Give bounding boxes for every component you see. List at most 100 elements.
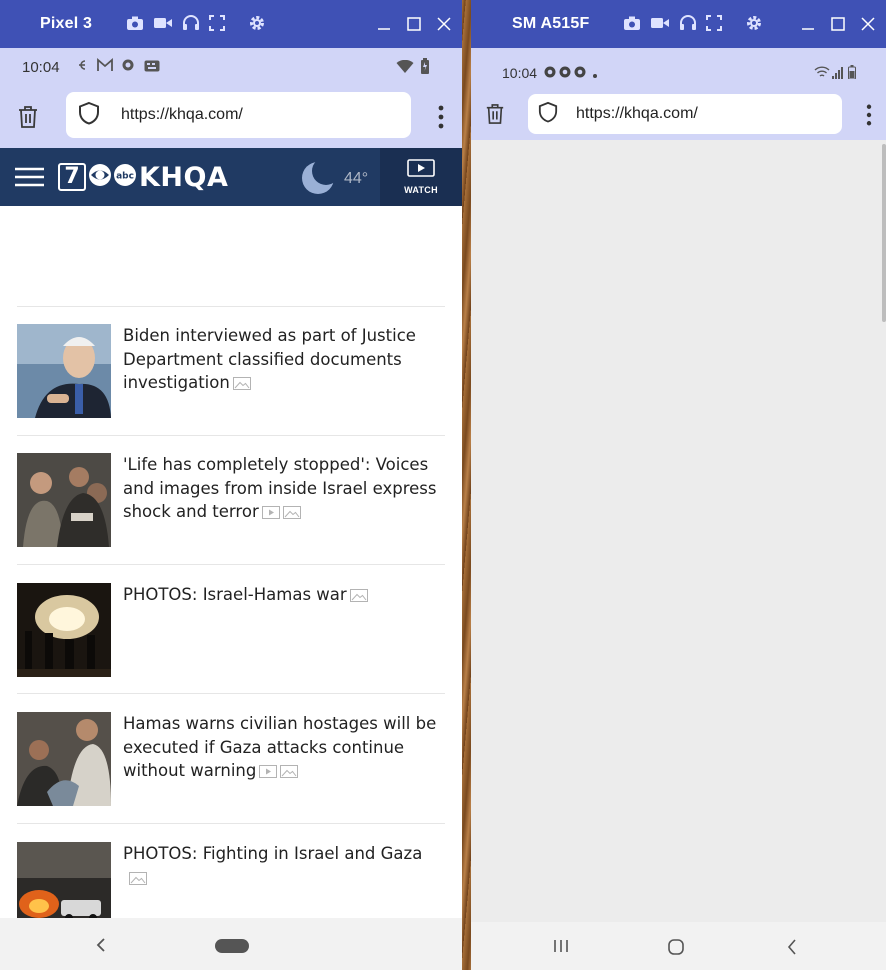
story-item[interactable]: PHOTOS: Israel-Hamas war bbox=[17, 583, 445, 677]
home-pill-icon[interactable] bbox=[215, 939, 249, 958]
scrollbar-thumb[interactable] bbox=[882, 144, 886, 322]
emulator-window-pixel-3: Pixel 3 10:04 https://khqa.com/ 7 abc KH… bbox=[0, 0, 462, 970]
url-bar[interactable]: https://khqa.com/ bbox=[66, 92, 411, 138]
list-divider bbox=[17, 306, 445, 307]
close-icon[interactable] bbox=[856, 12, 880, 36]
status-time: 10:04 bbox=[502, 65, 538, 81]
more-options-icon[interactable] bbox=[866, 104, 872, 131]
abc-logo-icon: abc bbox=[113, 163, 137, 192]
close-icon[interactable] bbox=[432, 12, 456, 36]
settings-gear-icon[interactable] bbox=[248, 14, 266, 32]
minimize-icon[interactable] bbox=[372, 12, 396, 36]
site-header: 7 abc KHQA 44° WATCH bbox=[0, 148, 462, 206]
gallery-icon bbox=[280, 765, 299, 778]
story-headline[interactable]: Biden interviewed as part of Justice Dep… bbox=[123, 324, 445, 418]
back-icon[interactable] bbox=[96, 938, 106, 957]
url-text: https://khqa.com/ bbox=[121, 106, 243, 123]
hamburger-menu-icon[interactable] bbox=[15, 167, 44, 192]
fullscreen-icon[interactable] bbox=[706, 15, 722, 31]
gmail-icon bbox=[96, 58, 113, 76]
window-titlebar[interactable]: SM A515F bbox=[471, 0, 886, 48]
story-item[interactable]: PHOTOS: Fighting in Israel and Gaza bbox=[17, 842, 445, 918]
story-headline-text: 'Life has completely stopped': Voices an… bbox=[123, 455, 437, 521]
emulator-window-sm-a515f: SM A515F 10:04 https://khqa.com/ bbox=[471, 0, 886, 970]
maximize-icon[interactable] bbox=[826, 12, 850, 36]
video-camera-icon[interactable] bbox=[153, 15, 173, 31]
settings-gear-icon[interactable] bbox=[745, 14, 763, 32]
headphones-icon[interactable] bbox=[182, 15, 200, 31]
moon-weather-icon[interactable] bbox=[300, 157, 340, 201]
station-name: KHQA bbox=[139, 161, 229, 193]
story-item[interactable]: Biden interviewed as part of Justice Dep… bbox=[17, 324, 445, 418]
list-divider bbox=[17, 564, 445, 565]
watch-button[interactable]: WATCH bbox=[380, 148, 462, 206]
story-thumbnail[interactable] bbox=[17, 583, 111, 677]
story-item[interactable]: 'Life has completely stopped': Voices an… bbox=[17, 453, 445, 547]
battery-icon bbox=[420, 58, 430, 78]
android-navigation-bar bbox=[0, 918, 462, 970]
cbs-eye-icon bbox=[88, 163, 112, 192]
watch-label: WATCH bbox=[404, 185, 438, 195]
story-headline-text: Biden interviewed as part of Justice Dep… bbox=[123, 326, 416, 392]
video-camera-icon[interactable] bbox=[650, 15, 670, 31]
window-controls bbox=[796, 0, 880, 48]
list-divider bbox=[17, 823, 445, 824]
wifi-icon bbox=[814, 66, 830, 82]
android-status-bar: 10:04 bbox=[471, 48, 886, 94]
data-saver-icon bbox=[76, 58, 88, 76]
gallery-icon bbox=[349, 589, 368, 602]
camera-icon[interactable] bbox=[623, 15, 641, 31]
more-notifications-dot-icon bbox=[593, 65, 598, 81]
wifi-icon bbox=[396, 59, 414, 78]
android-navigation-bar bbox=[471, 922, 886, 970]
camera-icon[interactable] bbox=[126, 15, 144, 31]
story-thumbnail[interactable] bbox=[17, 712, 111, 806]
status-time: 10:04 bbox=[22, 58, 60, 76]
fullscreen-icon[interactable] bbox=[209, 15, 225, 31]
android-status-bar: 10:04 bbox=[0, 48, 462, 86]
chrome-icon bbox=[544, 65, 556, 81]
window-title: SM A515F bbox=[512, 15, 590, 32]
maximize-icon[interactable] bbox=[402, 12, 426, 36]
window-controls bbox=[372, 0, 456, 48]
minimize-icon[interactable] bbox=[796, 12, 820, 36]
sync-icon bbox=[121, 58, 135, 76]
window-titlebar[interactable]: Pixel 3 bbox=[0, 0, 462, 48]
shield-icon[interactable] bbox=[78, 101, 100, 130]
trash-icon[interactable] bbox=[17, 105, 39, 134]
url-text: https://khqa.com/ bbox=[576, 105, 698, 122]
gallery-icon bbox=[129, 871, 147, 885]
story-headline[interactable]: Hamas warns civilian hostages will be ex… bbox=[123, 712, 445, 806]
back-icon[interactable] bbox=[787, 939, 797, 960]
channel-number: 7 bbox=[58, 163, 86, 191]
gallery-icon bbox=[232, 377, 251, 390]
signal-icon bbox=[832, 66, 844, 82]
url-bar[interactable]: https://khqa.com/ bbox=[528, 94, 842, 134]
home-icon[interactable] bbox=[668, 939, 684, 960]
story-headline[interactable]: PHOTOS: Fighting in Israel and Gaza bbox=[123, 842, 445, 918]
browser-toolbar: https://khqa.com/ bbox=[0, 86, 462, 148]
chrome-icon bbox=[559, 65, 571, 81]
shield-icon[interactable] bbox=[538, 101, 558, 128]
story-thumbnail[interactable] bbox=[17, 453, 111, 547]
trash-icon[interactable] bbox=[485, 103, 505, 130]
video-icon bbox=[259, 765, 278, 778]
window-title: Pixel 3 bbox=[40, 15, 93, 32]
story-headline[interactable]: PHOTOS: Israel-Hamas war bbox=[123, 583, 368, 677]
recent-apps-icon[interactable] bbox=[553, 939, 569, 958]
play-video-icon bbox=[407, 159, 435, 182]
story-headline-text: PHOTOS: Fighting in Israel and Gaza bbox=[123, 844, 423, 863]
story-thumbnail[interactable] bbox=[17, 324, 111, 418]
story-item[interactable]: Hamas warns civilian hostages will be ex… bbox=[17, 712, 445, 806]
more-options-icon[interactable] bbox=[438, 105, 444, 134]
emulator-tools bbox=[126, 14, 266, 32]
gboard-icon bbox=[144, 59, 160, 76]
story-headline[interactable]: 'Life has completely stopped': Voices an… bbox=[123, 453, 445, 547]
story-thumbnail[interactable] bbox=[17, 842, 111, 918]
station-logo[interactable]: 7 abc KHQA bbox=[58, 161, 229, 193]
gallery-icon bbox=[282, 506, 301, 519]
temperature[interactable]: 44° bbox=[344, 170, 368, 188]
browser-toolbar: https://khqa.com/ bbox=[471, 94, 886, 140]
headphones-icon[interactable] bbox=[679, 15, 697, 31]
loading-page-area[interactable] bbox=[471, 140, 886, 922]
